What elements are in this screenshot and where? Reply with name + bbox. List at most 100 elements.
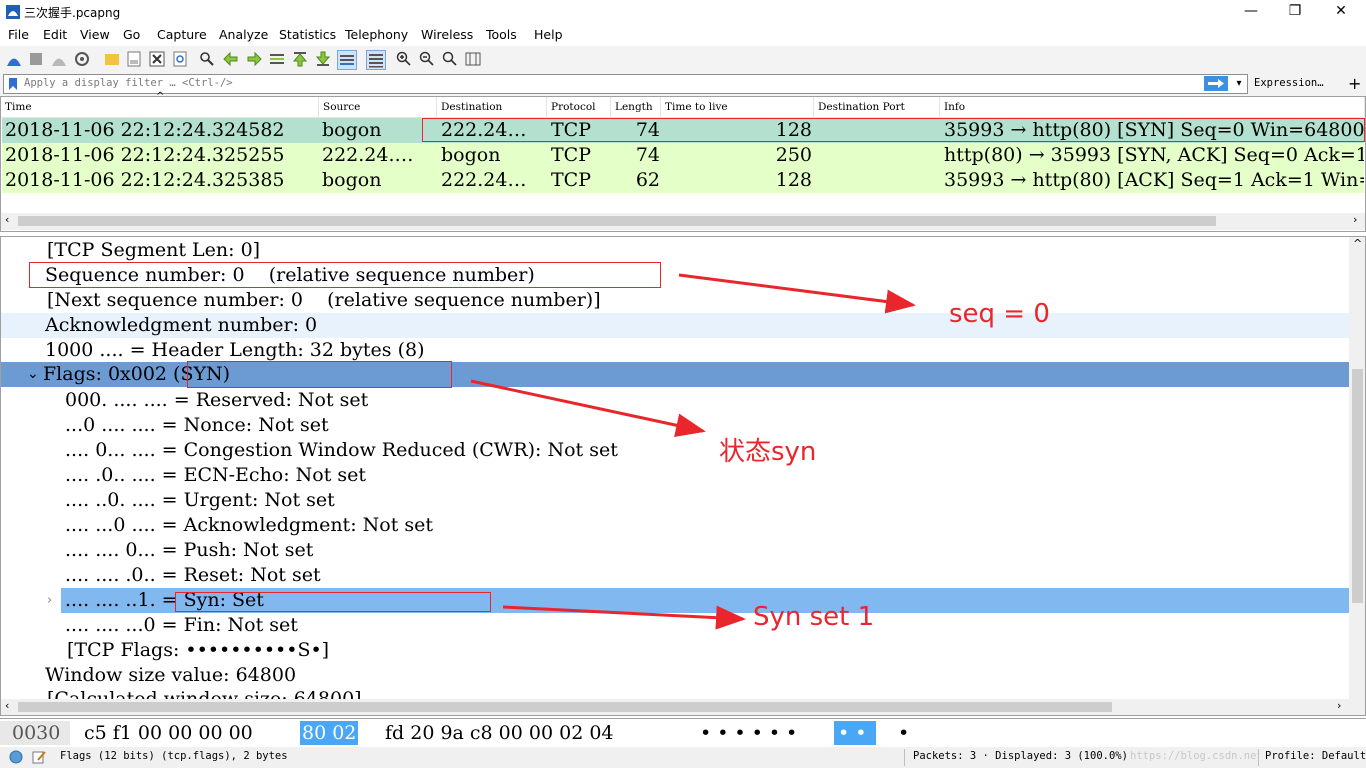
colorize-icon[interactable] <box>366 50 386 70</box>
packet-source: 222.24.… <box>322 144 414 166</box>
packet-source: bogon <box>322 119 382 141</box>
details-hscrollbar[interactable]: ‹ › <box>1 699 1365 715</box>
details-vscrollbar[interactable]: ^ <box>1349 237 1365 699</box>
restore-button[interactable]: ❐ <box>1272 0 1318 24</box>
arrow-syn-set <box>502 605 746 630</box>
byte-offset: 0030 <box>0 721 70 745</box>
zoom-in-icon[interactable] <box>395 50 413 68</box>
col-source[interactable]: Source <box>319 97 437 117</box>
start-capture-icon[interactable] <box>5 50 23 68</box>
packet-protocol: TCP <box>551 144 591 166</box>
status-packets: Packets: 3 · Displayed: 3 (100.0%) <box>913 750 1128 762</box>
scroll-left-icon[interactable]: ‹ <box>5 213 9 226</box>
menu-go[interactable]: Go <box>123 27 140 42</box>
menu-analyze[interactable]: Analyze <box>219 27 268 42</box>
packet-protocol: TCP <box>551 169 591 191</box>
hex-bytes-selected[interactable]: 80 02 <box>300 721 359 745</box>
col-length[interactable]: Length <box>611 97 661 117</box>
packet-ttl: 250 <box>775 144 812 166</box>
packet-row[interactable]: 2018-11-06 22:12:24.325385 bogon 222.24…… <box>2 168 1364 193</box>
stop-capture-icon[interactable] <box>27 50 45 68</box>
resize-columns-icon[interactable] <box>464 50 482 68</box>
col-info[interactable]: Info <box>940 97 1365 117</box>
hex-bytes[interactable]: fd 20 9a c8 00 00 02 04 <box>385 721 614 745</box>
autoscroll-icon[interactable] <box>337 50 357 70</box>
minimize-button[interactable]: — <box>1228 0 1274 24</box>
scroll-left-icon[interactable]: ‹ <box>5 699 9 712</box>
ascii-bytes-selected[interactable]: •• <box>834 721 877 745</box>
col-destination[interactable]: Destination <box>437 97 547 117</box>
hscroll-thumb[interactable] <box>18 702 1112 712</box>
hscroll-thumb[interactable] <box>18 216 1216 226</box>
status-divider <box>904 749 905 766</box>
apply-filter-arrow-icon[interactable] <box>1204 76 1228 91</box>
menu-help[interactable]: Help <box>534 27 563 42</box>
status-profile[interactable]: Profile: Default <box>1265 750 1366 762</box>
menu-capture[interactable]: Capture <box>157 27 207 42</box>
save-file-icon[interactable] <box>125 50 143 68</box>
packet-length: 62 <box>635 169 660 191</box>
filter-dropdown-icon[interactable]: ▾ <box>1232 76 1246 91</box>
packet-list: Time Source Destination Protocol Length … <box>0 91 1366 232</box>
col-dport[interactable]: Destination Port <box>814 97 940 117</box>
col-protocol[interactable]: Protocol <box>547 97 611 117</box>
window-title: 三次握手.pcapng <box>24 6 121 20</box>
packet-details-pane: [TCP Segment Len: 0] Sequence number: 0 … <box>0 236 1366 716</box>
packet-bytes-pane: 0030 c5 f1 00 00 00 00 80 02 fd 20 9a c8… <box>0 718 1366 748</box>
menu-statistics[interactable]: Statistics <box>279 27 336 42</box>
menu-telephony[interactable]: Telephony <box>345 27 408 42</box>
menu-tools[interactable]: Tools <box>486 27 517 42</box>
close-button[interactable]: ✕ <box>1318 0 1364 24</box>
normal-size-icon[interactable] <box>441 50 459 68</box>
expert-info-icon[interactable] <box>9 750 23 764</box>
display-filter-bar: Apply a display filter … <Ctrl-/> ▾ Expr… <box>0 72 1366 96</box>
last-packet-icon[interactable] <box>314 50 332 68</box>
ascii-bytes[interactable]: • <box>898 721 909 745</box>
open-file-icon[interactable] <box>103 50 121 68</box>
reload-file-icon[interactable] <box>171 50 189 68</box>
add-filter-button[interactable]: + <box>1348 74 1361 93</box>
packet-ttl: 128 <box>775 169 812 191</box>
destination-highlight-box <box>422 118 1365 142</box>
scroll-right-icon[interactable]: › <box>1353 213 1357 226</box>
capture-options-icon[interactable] <box>73 50 91 68</box>
ascii-bytes[interactable]: •••••• <box>700 721 803 745</box>
packet-list-hscrollbar[interactable]: ‹ › <box>1 213 1365 230</box>
packet-source: bogon <box>322 169 382 191</box>
find-packet-icon[interactable] <box>198 50 216 68</box>
col-ttl[interactable]: Time to live <box>661 97 814 117</box>
status-divider <box>1258 749 1259 766</box>
zoom-out-icon[interactable] <box>418 50 436 68</box>
go-forward-icon[interactable] <box>245 50 263 68</box>
go-back-icon[interactable] <box>222 50 240 68</box>
filter-placeholder: Apply a display filter … <Ctrl-/> <box>24 77 233 89</box>
bookmark-icon[interactable] <box>8 77 18 91</box>
edit-comment-icon[interactable] <box>32 750 46 764</box>
hex-bytes[interactable]: c5 f1 00 00 00 00 <box>84 721 253 745</box>
watermark-text: https://blog.csdn.net/u013... <box>1130 750 1258 762</box>
menu-edit[interactable]: Edit <box>43 27 67 42</box>
status-field-info: Flags (12 bits) (tcp.flags), 2 bytes <box>60 750 288 762</box>
scroll-up-icon[interactable]: ^ <box>1353 237 1362 250</box>
menu-file[interactable]: File <box>8 27 29 42</box>
sort-indicator-icon: ^ <box>156 91 165 102</box>
vscroll-thumb[interactable] <box>1352 369 1363 603</box>
menu-wireless[interactable]: Wireless <box>421 27 473 42</box>
menu-view[interactable]: View <box>80 27 110 42</box>
annotation-syn-state: 状态syn <box>719 437 817 467</box>
restart-capture-icon[interactable] <box>50 50 68 68</box>
expression-button[interactable]: Expression… <box>1254 77 1324 89</box>
packet-time: 2018-11-06 22:12:24.325255 <box>5 144 285 166</box>
packet-row[interactable]: 2018-11-06 22:12:24.325255 222.24.… bogo… <box>2 143 1364 168</box>
scroll-right-icon[interactable]: › <box>1337 699 1341 712</box>
go-to-packet-icon[interactable] <box>268 50 286 68</box>
close-file-icon[interactable] <box>148 50 166 68</box>
packet-list-header: Time Source Destination Protocol Length … <box>1 91 1365 118</box>
packet-dport <box>818 143 938 168</box>
arrow-syn-state <box>470 379 706 438</box>
first-packet-icon[interactable] <box>291 50 309 68</box>
display-filter-input[interactable]: Apply a display filter … <Ctrl-/> ▾ <box>3 74 1248 94</box>
annotation-syn-set: Syn set 1 <box>753 602 875 632</box>
packet-destination: 222.24… <box>441 169 527 191</box>
packet-time: 2018-11-06 22:12:24.324582 <box>5 119 285 141</box>
